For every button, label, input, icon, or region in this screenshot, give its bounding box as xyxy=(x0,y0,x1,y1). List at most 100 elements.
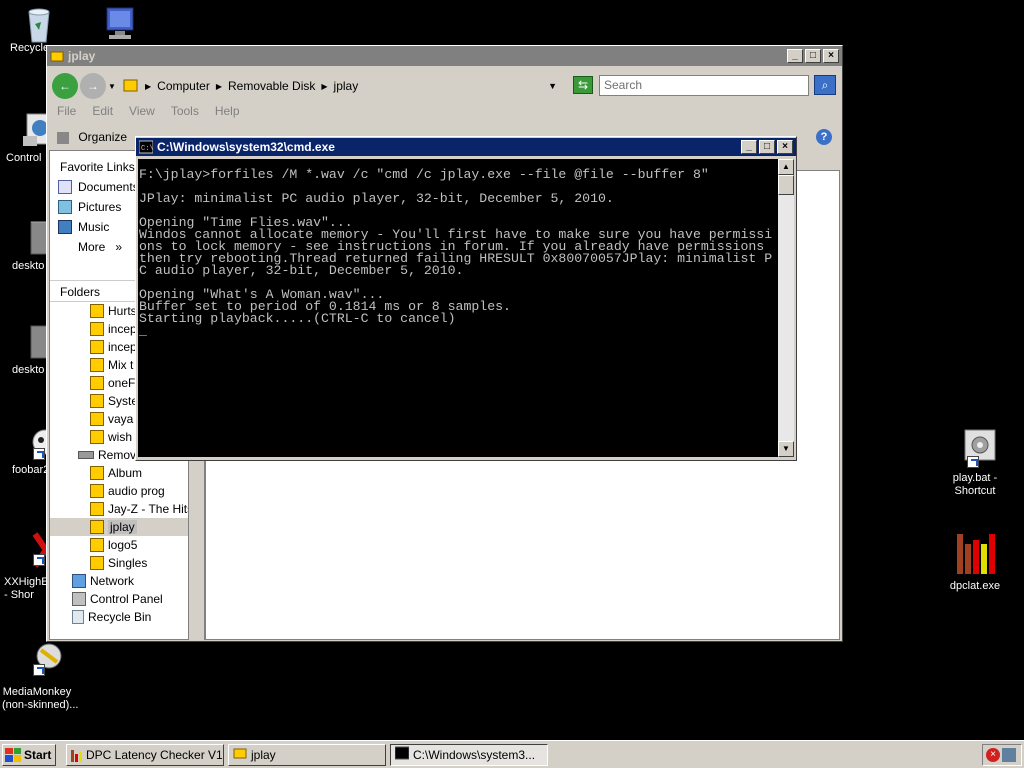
chevron-right-icon[interactable]: ▶ xyxy=(145,82,151,91)
folder-icon xyxy=(123,77,139,96)
organize-button[interactable]: Organize xyxy=(78,130,127,144)
navigation-bar: ← → ▼ ▶ Computer ▶ Removable Disk ▶ jpla… xyxy=(49,70,840,102)
close-button[interactable]: × xyxy=(777,140,793,154)
maximize-button[interactable]: □ xyxy=(759,140,775,154)
tree-item[interactable]: Jay-Z - The Hits xyxy=(50,500,190,518)
tree-item[interactable]: Control Panel xyxy=(50,590,190,608)
computer-icon xyxy=(99,4,135,40)
console-line: C audio player, 32-bit, December 5, 2010… xyxy=(139,263,464,278)
folder-icon xyxy=(90,304,104,318)
help-icon[interactable]: ? xyxy=(816,129,832,145)
folder-icon xyxy=(90,340,104,354)
scroll-thumb[interactable] xyxy=(778,175,794,195)
tree-item[interactable]: jplay xyxy=(50,518,190,536)
documents-icon xyxy=(58,180,72,194)
tree-item-label: jplay xyxy=(108,520,137,534)
console-output[interactable]: F:\jplay>forfiles /M *.wav /c "cmd /c jp… xyxy=(138,159,778,457)
cmd-title: C:\Windows\system32\cmd.exe xyxy=(157,140,335,154)
play-bat-desktop-icon[interactable]: play.bat - Shortcut xyxy=(940,428,1010,498)
folder-icon xyxy=(50,49,64,63)
folder-icon xyxy=(90,502,104,516)
refresh-icon[interactable]: ⇆ xyxy=(573,76,593,94)
desktop-icon-label: dpclat.exe xyxy=(949,580,1001,592)
shortcut-arrow-icon xyxy=(33,554,45,566)
address-dropdown-icon[interactable]: ▼ xyxy=(548,81,557,91)
dpclat-desktop-icon[interactable]: dpclat.exe xyxy=(940,530,1010,593)
shortcut-arrow-icon xyxy=(967,456,979,468)
address-bar[interactable]: ▶ Computer ▶ Removable Disk ▶ jplay ▼ xyxy=(123,74,567,98)
console-scrollbar[interactable]: ▲ ▼ xyxy=(778,159,794,457)
taskbar-button-label: DPC Latency Checker V1... xyxy=(86,747,224,762)
folder-icon xyxy=(90,520,104,534)
scroll-up-button[interactable]: ▲ xyxy=(778,159,794,175)
tree-item-label: Jay-Z - The Hits xyxy=(108,502,190,516)
tree-item[interactable]: logo5 xyxy=(50,536,190,554)
desktop-icon-label: play.bat - Shortcut xyxy=(952,472,998,497)
menu-file[interactable]: File xyxy=(57,104,76,118)
breadcrumb-computer[interactable]: Computer xyxy=(157,79,210,93)
mediamonkey-desktop-icon[interactable]: MediaMonkey (non-skinned)... xyxy=(2,640,79,712)
cmd-window[interactable]: C:\ C:\Windows\system32\cmd.exe _ □ × F:… xyxy=(135,136,797,461)
search-icon[interactable]: ⌕ xyxy=(814,75,836,95)
menu-help[interactable]: Help xyxy=(215,104,240,118)
volume-icon[interactable] xyxy=(1002,748,1016,762)
taskbar-button-jplay[interactable]: jplay xyxy=(228,743,386,766)
tree-item[interactable]: Recycle Bin xyxy=(50,608,190,626)
tree-item-label: Network xyxy=(90,574,135,588)
network-status-icon[interactable]: × xyxy=(986,748,1000,762)
tree-item[interactable]: audio prog xyxy=(50,482,190,500)
close-button[interactable]: × xyxy=(823,49,839,63)
explorer-title: jplay xyxy=(68,49,96,63)
folder-icon xyxy=(90,430,104,444)
batch-file-icon xyxy=(953,428,997,468)
shortcut-arrow-icon xyxy=(33,448,45,460)
cmd-title-bar[interactable]: C:\ C:\Windows\system32\cmd.exe _ □ × xyxy=(136,138,796,156)
mediamonkey-icon xyxy=(19,640,62,676)
minimize-button[interactable]: _ xyxy=(741,140,757,154)
tree-item[interactable]: Singles xyxy=(50,554,190,572)
scroll-down-button[interactable]: ▼ xyxy=(778,441,794,457)
folder-icon xyxy=(90,412,104,426)
back-button[interactable]: ← xyxy=(52,73,78,99)
breadcrumb-jplay[interactable]: jplay xyxy=(334,79,359,93)
folder-icon xyxy=(90,556,104,570)
pictures-icon xyxy=(58,200,72,214)
maximize-button[interactable]: □ xyxy=(805,49,821,63)
explorer-title-bar[interactable]: jplay _ □ × xyxy=(47,46,842,66)
tree-item[interactable]: Network xyxy=(50,572,190,590)
tree-item-label: Recycle Bin xyxy=(88,610,152,624)
cmd-icon: C:\ xyxy=(138,140,154,154)
dpclat-icon xyxy=(953,530,997,574)
system-tray: × xyxy=(982,744,1022,766)
menu-view[interactable]: View xyxy=(129,104,155,118)
tree-item-label: Remov xyxy=(98,448,137,462)
minimize-button[interactable]: _ xyxy=(787,49,803,63)
forward-button[interactable]: → xyxy=(80,73,106,99)
folder-icon xyxy=(90,394,104,408)
menu-edit[interactable]: Edit xyxy=(92,104,113,118)
folder-icon xyxy=(233,746,247,763)
taskbar-button-cmd[interactable]: C:\Windows\system3... xyxy=(390,743,548,766)
folder-icon xyxy=(90,358,104,372)
desktop-icon-label: MediaMonkey (non-skinned)... xyxy=(2,686,79,711)
breadcrumb-removable-disk[interactable]: Removable Disk xyxy=(228,79,315,93)
search-input[interactable]: Search xyxy=(599,75,809,96)
chevron-right-icon[interactable]: ▶ xyxy=(321,82,327,91)
tree-item-label: Control Panel xyxy=(90,592,163,606)
taskbar-button-label: jplay xyxy=(251,747,276,762)
network-icon xyxy=(72,574,86,588)
tree-item-label: incep xyxy=(108,322,137,336)
tree-item-label: wish xyxy=(108,430,133,444)
taskbar-button-label: C:\Windows\system3... xyxy=(413,747,536,762)
history-dropdown-icon[interactable]: ▼ xyxy=(108,82,116,91)
computer-desktop-icon[interactable] xyxy=(82,4,152,42)
chevron-right-icon[interactable]: ▶ xyxy=(216,82,222,91)
start-button[interactable]: Start xyxy=(2,743,56,766)
tree-item[interactable]: Album xyxy=(50,464,190,482)
recycle-bin-icon xyxy=(72,610,84,624)
folder-icon xyxy=(90,322,104,336)
tree-item-label: audio prog xyxy=(108,484,165,498)
taskbar-button-dpc[interactable]: DPC Latency Checker V1... xyxy=(66,743,224,766)
menu-tools[interactable]: Tools xyxy=(171,104,199,118)
tree-item-label: Singles xyxy=(108,556,148,570)
